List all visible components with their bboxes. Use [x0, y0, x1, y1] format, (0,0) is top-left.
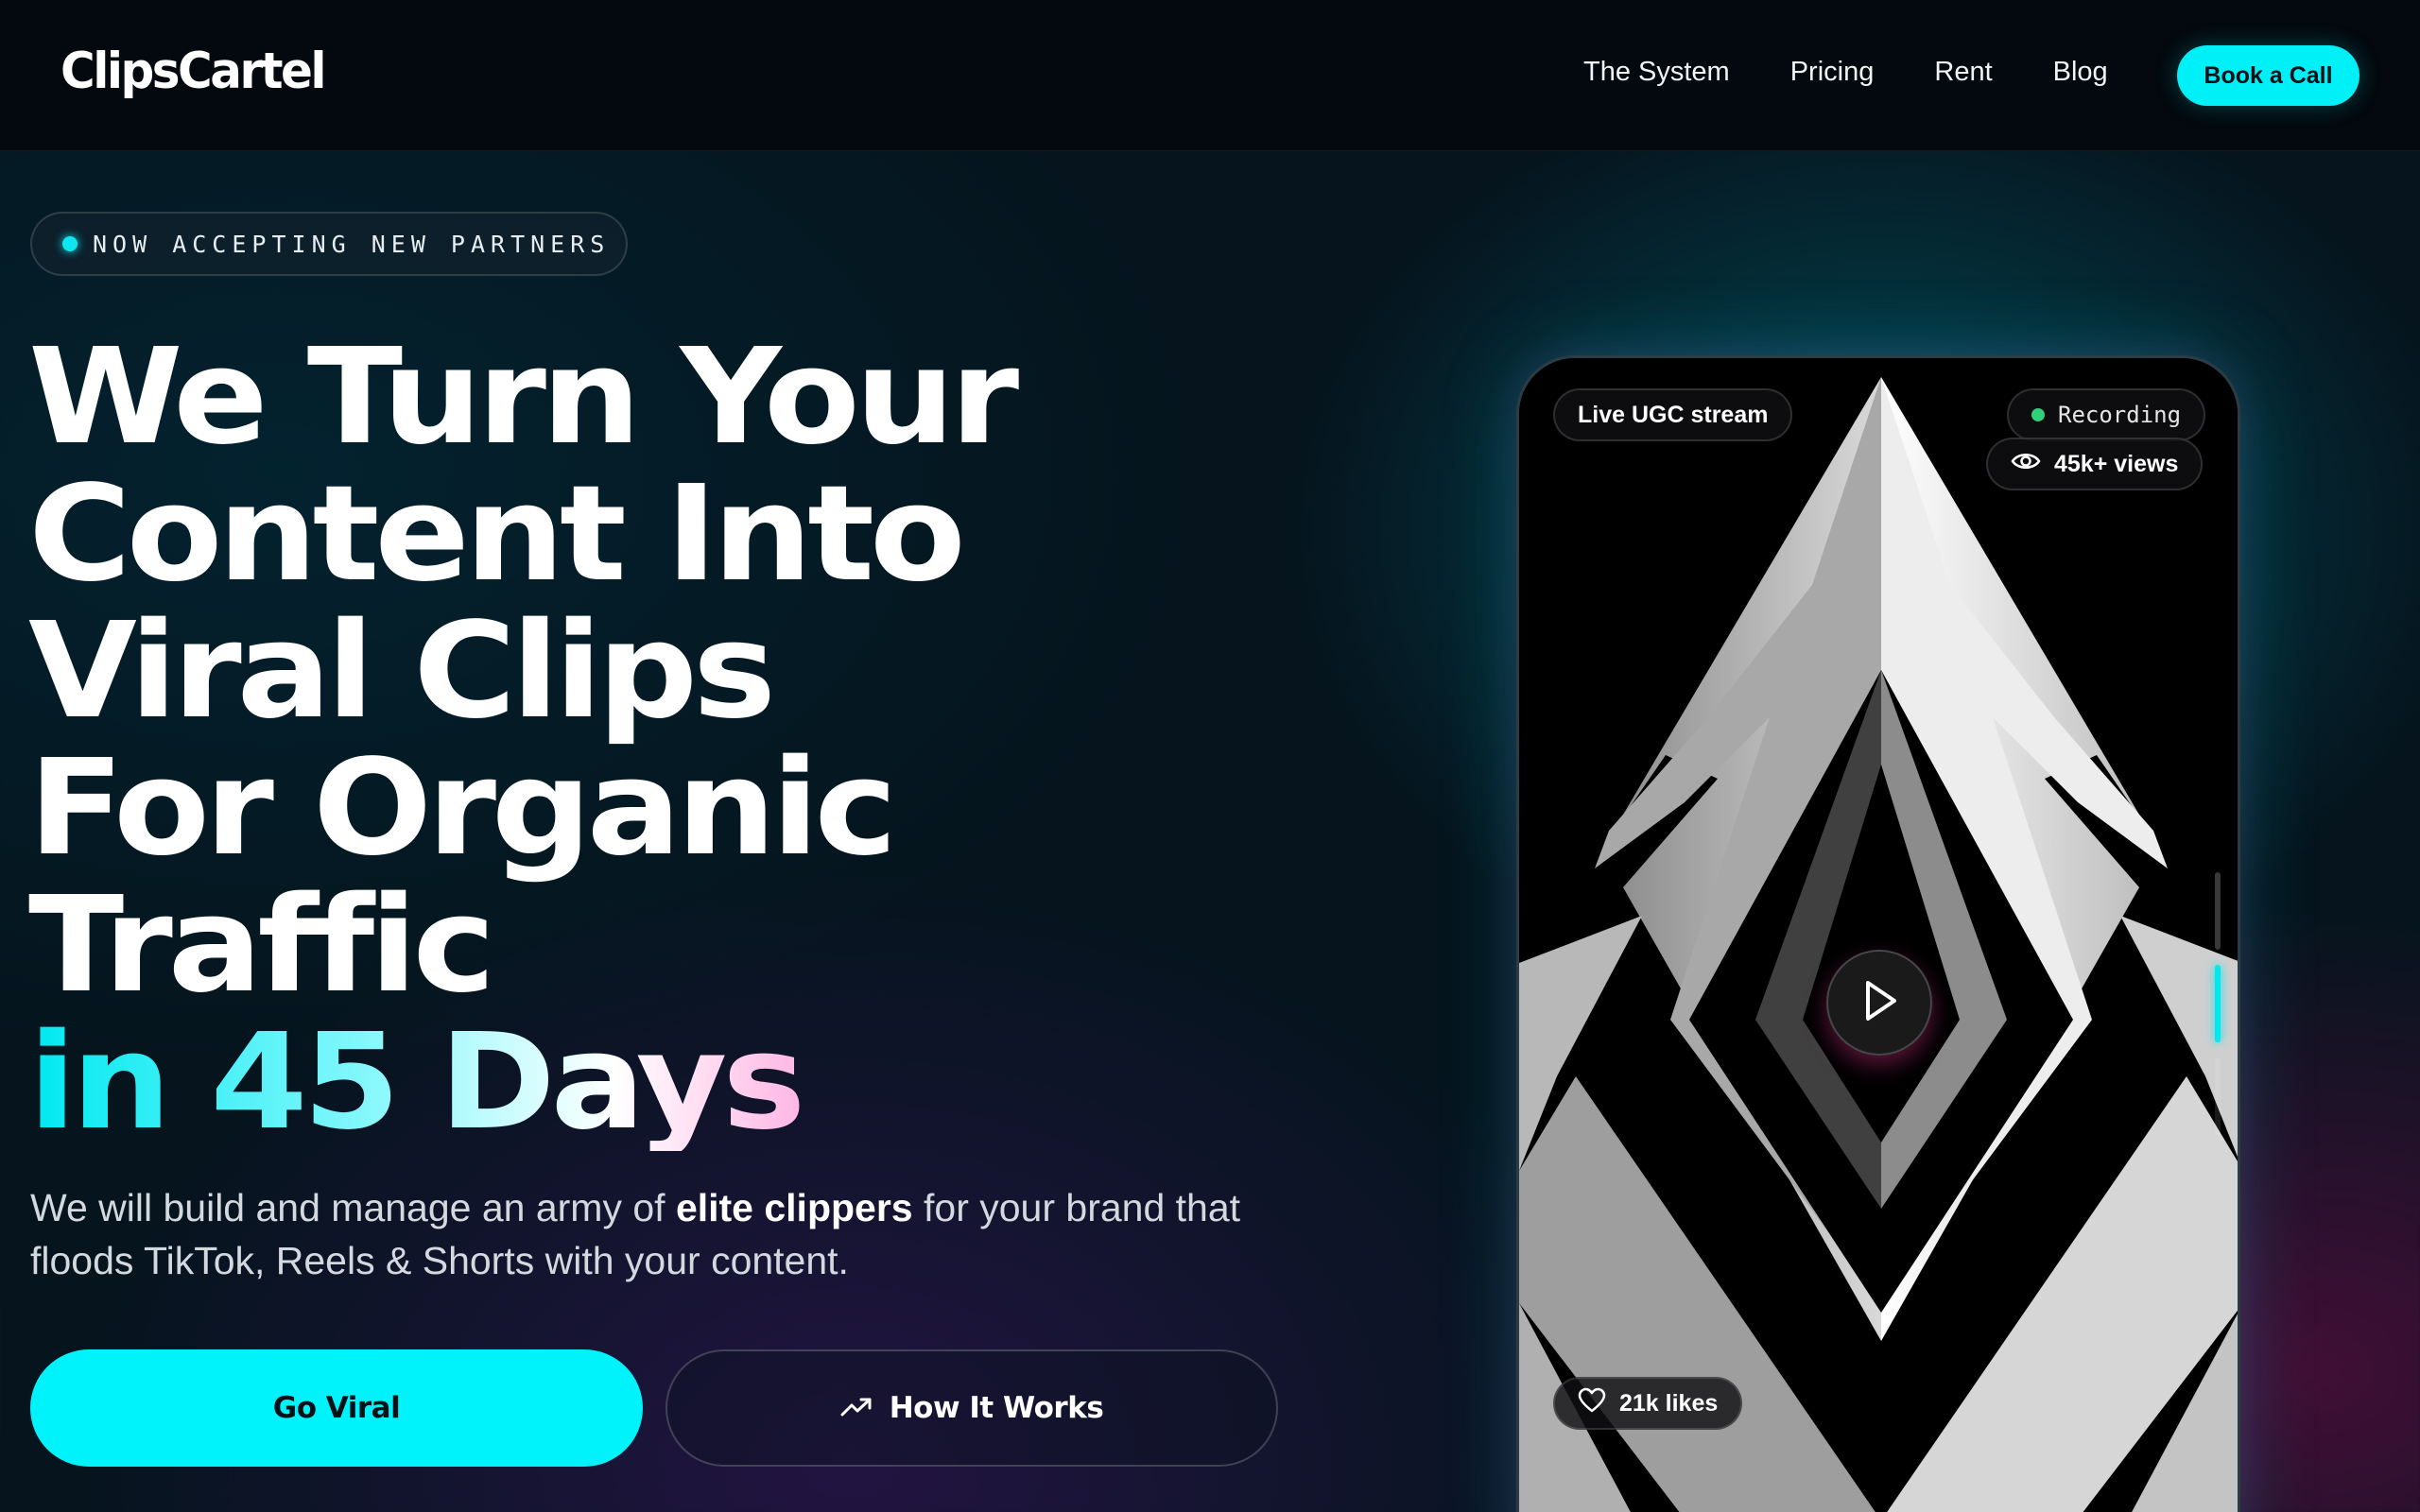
likes-label: 21k likes: [1619, 1389, 1719, 1417]
headline-line-5: Traffic: [28, 868, 495, 1022]
live-label: Live UGC stream: [1578, 401, 1769, 428]
headline-line-4: For Organic: [28, 731, 897, 885]
eye-icon: [2011, 451, 2041, 478]
story-progress-track-next: [2215, 1057, 2221, 1135]
how-it-works-button[interactable]: How It Works: [666, 1349, 1278, 1467]
story-progress-active: [2215, 965, 2221, 1042]
trending-up-icon: [840, 1391, 873, 1425]
subtext-bold: elite clippers: [675, 1186, 913, 1229]
go-viral-label: Go Viral: [272, 1391, 401, 1425]
headline-highlight: in 45 Days: [28, 1014, 1331, 1151]
likes-badge: 21k likes: [1553, 1377, 1743, 1430]
nav-links: The System Pricing Rent Blog: [1583, 57, 2108, 88]
nav-link-the-system[interactable]: The System: [1583, 57, 1730, 88]
partners-badge: NOW ACCEPTING NEW PARTNERS: [30, 212, 628, 276]
views-badge: 45k+ views: [1986, 438, 2204, 490]
status-dot-icon: [62, 236, 78, 251]
nav-link-rent[interactable]: Rent: [1934, 57, 1992, 88]
go-viral-button[interactable]: Go Viral: [30, 1349, 643, 1467]
logo[interactable]: ClipsCartel: [60, 43, 327, 100]
book-a-call-button[interactable]: Book a Call: [2177, 45, 2360, 106]
how-it-works-label: How It Works: [889, 1391, 1104, 1425]
headline-line-1: We Turn Your: [28, 320, 1019, 474]
subtext-part-1: We will build and manage an army of: [30, 1186, 676, 1229]
play-icon: [1858, 978, 1900, 1028]
recording-badge: Recording: [2007, 388, 2206, 441]
badge-text: NOW ACCEPTING NEW PARTNERS: [93, 230, 611, 258]
heart-icon: [1578, 1387, 1606, 1420]
nav-link-blog[interactable]: Blog: [2053, 57, 2108, 88]
play-button[interactable]: [1826, 950, 1932, 1056]
recording-label: Recording: [2058, 402, 2182, 428]
story-progress-track: [2215, 872, 2221, 950]
headline-line-2: Content Into: [28, 457, 966, 611]
live-ugc-stream-badge: Live UGC stream: [1553, 388, 1793, 441]
views-label: 45k+ views: [2054, 450, 2179, 477]
brand-emblem-image: [1519, 358, 2238, 1512]
hero-headline: We Turn Your Content Into Viral Clips Fo…: [28, 329, 1257, 1151]
hero-subtext: We will build and manage an army of elit…: [30, 1181, 1316, 1287]
recording-dot-icon: [2031, 408, 2045, 421]
top-navbar: ClipsCartel The System Pricing Rent Blog…: [0, 0, 2420, 151]
nav-link-pricing[interactable]: Pricing: [1790, 57, 1875, 88]
phone-mockup: Live UGC stream Recording 45k+ views 21k…: [1516, 355, 2240, 1512]
headline-line-3: Viral Clips: [28, 594, 776, 748]
